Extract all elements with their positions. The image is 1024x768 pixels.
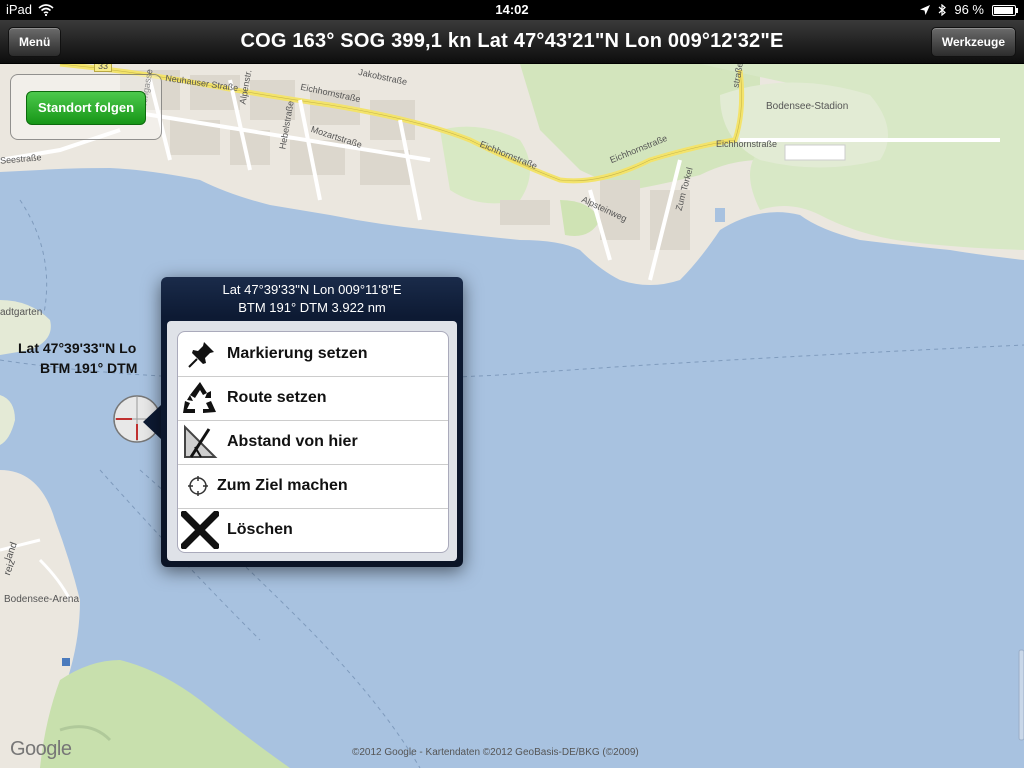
location-arrow-icon	[920, 5, 931, 15]
menu-button[interactable]: Menü	[8, 27, 62, 57]
nav-title-readout: COG 163° SOG 399,1 kn Lat 47°43'21"N Lon…	[240, 30, 784, 52]
menu-item-label: Abstand von hier	[227, 433, 358, 450]
x-icon	[181, 511, 219, 549]
battery-fill	[994, 6, 1013, 14]
menu-item-label: Route setzen	[227, 389, 327, 406]
tools-button[interactable]: Werkzeuge	[930, 27, 1016, 57]
popover-menu-area: Markierung setzen Route setzen Abstand v…	[167, 321, 457, 561]
marker-coordinates: Lat 47°39'33"N Lo	[18, 340, 137, 356]
bluetooth-icon	[938, 4, 947, 16]
menu-item-label: Markierung setzen	[227, 345, 368, 362]
menu-item-label: Zum Ziel machen	[217, 477, 348, 494]
compass-ruler-icon	[184, 424, 218, 458]
route-shield: 33	[94, 64, 113, 72]
menu-item-make-destination[interactable]: Zum Ziel machen	[178, 464, 448, 509]
popover-menu-list: Markierung setzen Route setzen Abstand v…	[177, 331, 449, 553]
popover-btm-dtm: BTM 191° DTM 3.922 nm	[238, 300, 386, 315]
place-label: Bodensee-Stadion	[766, 101, 849, 112]
popover-arrow	[143, 405, 161, 439]
place-label: adtgarten	[0, 307, 43, 318]
target-icon	[188, 476, 208, 496]
map-copyright: ©2012 Google - Kartendaten ©2012 GeoBasi…	[352, 747, 639, 758]
menu-item-set-route[interactable]: Route setzen	[178, 376, 448, 421]
navigation-bar: COG 163° SOG 399,1 kn Lat 47°43'21"N Lon…	[0, 20, 1024, 64]
menu-item-delete[interactable]: Löschen	[178, 508, 448, 552]
battery-percent: 96 %	[954, 2, 984, 17]
follow-location-panel: Standort folgen	[10, 74, 162, 140]
follow-location-button[interactable]: Standort folgen	[26, 91, 146, 125]
popover-lat-lon: Lat 47°39'33"N Lon 009°11'8"E	[222, 282, 402, 297]
waypoint-popover: Lat 47°39'33"N Lon 009°11'8"E BTM 191° D…	[161, 277, 463, 567]
marker-bearing: BTM 191° DTM	[40, 360, 138, 376]
menu-item-distance-from-here[interactable]: Abstand von hier	[178, 420, 448, 465]
clock: 14:02	[495, 2, 529, 17]
street-label: Eichhornstraße	[716, 139, 778, 149]
pushpin-icon	[188, 342, 214, 368]
battery-icon	[992, 4, 1018, 16]
google-logo: Google	[10, 738, 72, 760]
menu-item-set-marker[interactable]: Markierung setzen	[178, 332, 448, 377]
status-bar: iPad 14:02 96 %	[0, 0, 1024, 20]
menu-item-label: Löschen	[227, 521, 293, 538]
recycle-icon	[183, 382, 216, 413]
place-label: Bodensee-Arena	[4, 594, 80, 605]
